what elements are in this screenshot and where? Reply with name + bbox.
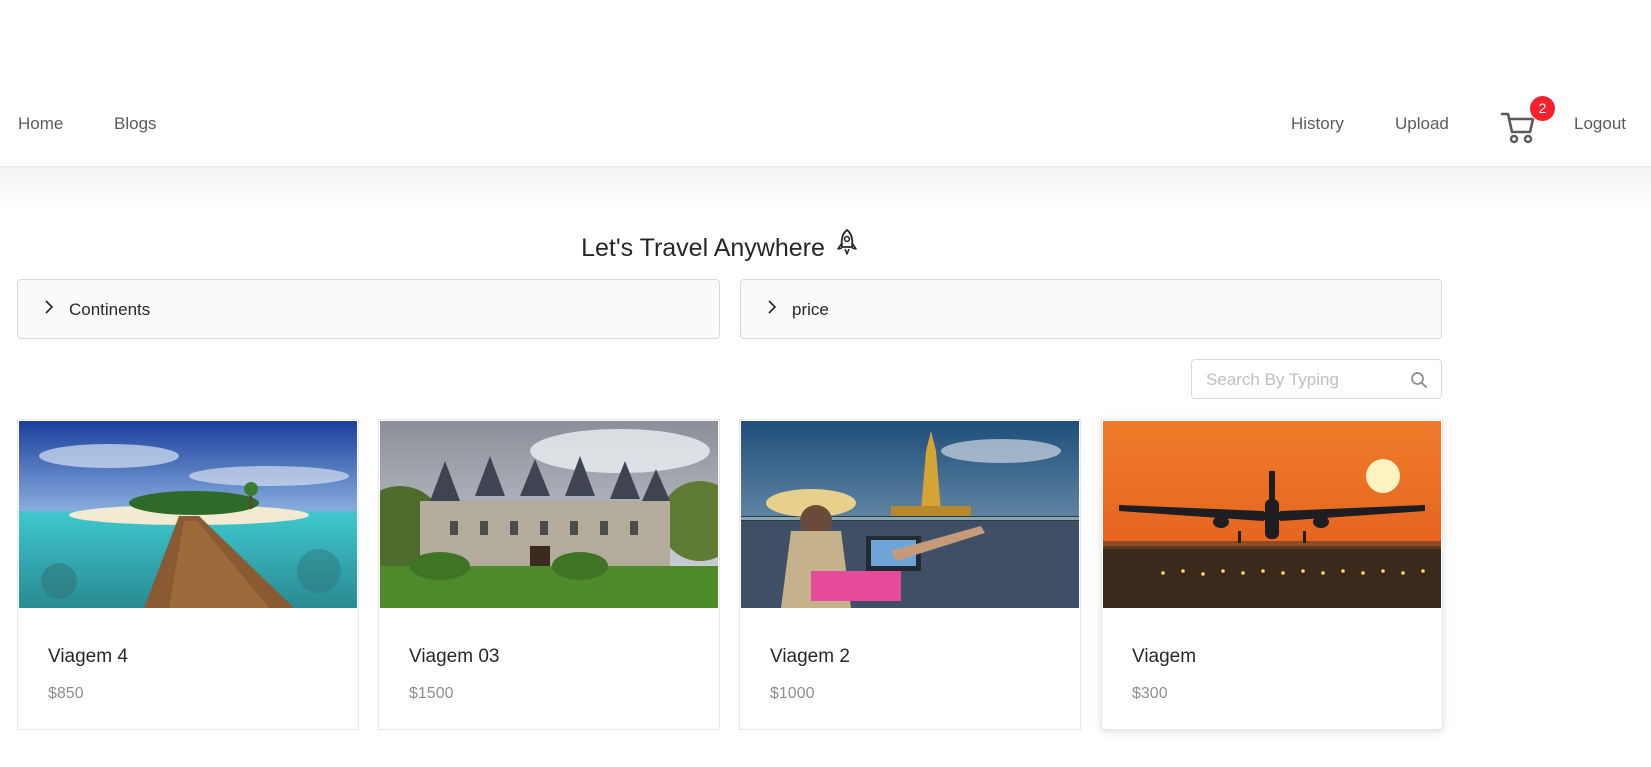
- trip-card-price: $1500: [409, 685, 454, 702]
- nav-blogs-link[interactable]: Blogs: [114, 112, 157, 136]
- trip-card-title: Viagem: [1132, 646, 1197, 667]
- top-navbar: Home Blogs History Upload 2 Logout: [0, 0, 1651, 167]
- trip-card-title: Viagem 2: [770, 646, 850, 667]
- navbar-shadow: [0, 167, 1651, 207]
- trip-card[interactable]: Viagem 4 $850: [17, 419, 359, 730]
- trip-card[interactable]: Viagem 2 $1000: [739, 419, 1081, 730]
- trip-card[interactable]: Viagem $300: [1101, 419, 1443, 730]
- trip-card-image: [1103, 421, 1441, 608]
- continents-filter-panel[interactable]: Continents: [17, 279, 720, 339]
- search-box: [1191, 359, 1442, 399]
- chevron-right-icon: [768, 300, 777, 314]
- trip-card-price: $300: [1132, 685, 1168, 702]
- search-input[interactable]: [1206, 368, 1406, 392]
- trip-card-price: $1000: [770, 685, 815, 702]
- trip-card-title: Viagem 03: [409, 646, 500, 667]
- shopping-cart-icon[interactable]: [1500, 110, 1536, 144]
- nav-logout-link[interactable]: Logout: [1574, 112, 1626, 136]
- trip-card-image: [19, 421, 357, 608]
- trip-card-image: [741, 421, 1079, 608]
- trip-card[interactable]: Viagem 03 $1500: [378, 419, 720, 730]
- nav-home-link[interactable]: Home: [18, 112, 63, 136]
- price-filter-label: price: [792, 300, 829, 319]
- cart-count-badge: 2: [1530, 96, 1555, 121]
- chevron-right-icon: [45, 300, 54, 314]
- continents-filter-label: Continents: [69, 300, 151, 319]
- page-title: Let's Travel Anywhere: [0, 228, 1440, 268]
- price-filter-panel[interactable]: price: [740, 279, 1442, 339]
- trip-card-price: $850: [48, 685, 84, 702]
- trip-card-title: Viagem 4: [48, 646, 128, 667]
- nav-upload-link[interactable]: Upload: [1395, 112, 1449, 136]
- rocket-icon: [835, 228, 859, 268]
- search-icon[interactable]: [1410, 371, 1428, 389]
- page-title-text: Let's Travel Anywhere: [581, 234, 825, 262]
- trip-card-image: [380, 421, 718, 608]
- nav-history-link[interactable]: History: [1291, 112, 1344, 136]
